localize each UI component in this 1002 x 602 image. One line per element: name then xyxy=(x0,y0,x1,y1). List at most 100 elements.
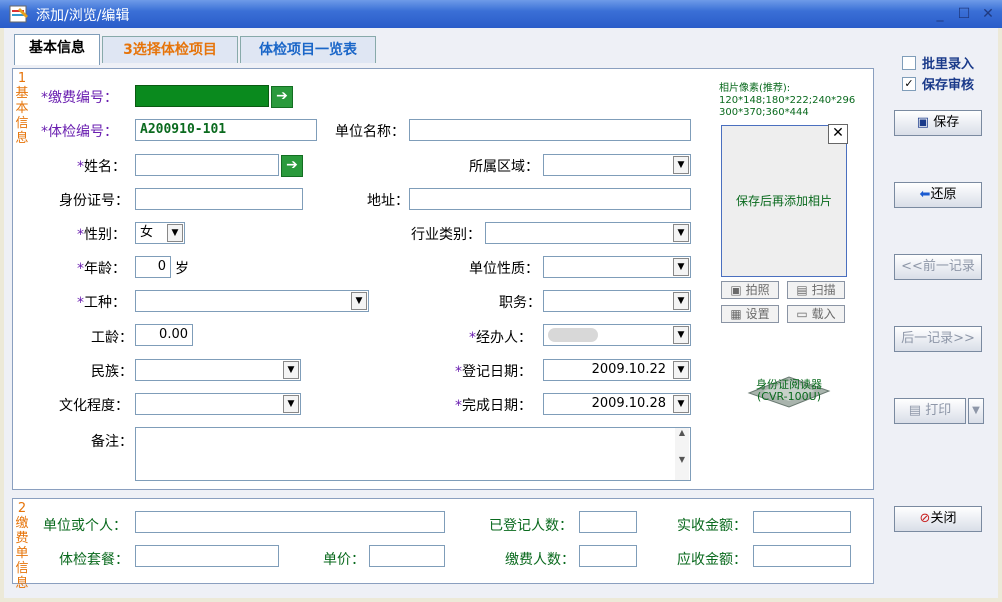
settings-button[interactable]: ▦ 设置 xyxy=(721,305,779,323)
chevron-down-icon[interactable]: ▼ xyxy=(673,395,689,413)
notepad-icon xyxy=(8,4,30,24)
unit-name-label: 单位名称： xyxy=(335,124,405,140)
scan-button-label: 扫描 xyxy=(811,283,836,297)
chevron-down-icon[interactable]: ▼ xyxy=(283,361,299,379)
area-label: 所属区域： xyxy=(469,159,539,175)
chevron-down-icon[interactable]: ▼ xyxy=(673,258,689,276)
window-body: 基本信息 3选择体检项目 体检项目一览表 1基本信息 *缴费编号： ➔ *体检编… xyxy=(4,28,998,598)
id-reader-button[interactable]: 身份证阅读器 (CVR-100U) xyxy=(743,369,835,409)
scan-button[interactable]: ▤ 扫描 xyxy=(787,281,845,299)
restore-button[interactable]: ⬅还原 xyxy=(894,182,982,208)
gender-select[interactable]: 女 ▼ xyxy=(135,222,185,244)
remark-textarea[interactable] xyxy=(135,427,691,481)
education-label: 文化程度： xyxy=(59,398,129,414)
close-icon[interactable]: ✕ xyxy=(828,124,848,144)
unit-or-person-field[interactable] xyxy=(135,511,445,533)
print-button[interactable]: ▤ 打印 xyxy=(894,398,966,424)
basic-info-panel: 1基本信息 *缴费编号： ➔ *体检编号： A200910-101 单位名称： … xyxy=(12,68,874,490)
received-field[interactable] xyxy=(753,511,851,533)
reg-date-label: *登记日期： xyxy=(455,364,532,380)
receivable-field[interactable] xyxy=(753,545,851,567)
floppy-icon: ▣ xyxy=(916,115,930,130)
fee-no-label: *缴费编号： xyxy=(41,90,118,106)
position-select[interactable]: ▼ xyxy=(543,290,691,312)
chevron-down-icon[interactable]: ▼ xyxy=(351,292,367,310)
shoot-button-label: 拍照 xyxy=(745,283,770,297)
id-no-field[interactable] xyxy=(135,188,303,210)
chevron-down-icon[interactable]: ▼ xyxy=(673,156,689,174)
arrow-right-icon[interactable]: ➔ xyxy=(281,155,303,177)
arrow-right-icon[interactable]: ➔ xyxy=(271,86,293,108)
load-button[interactable]: ▭ 载入 xyxy=(787,305,845,323)
age-field[interactable]: 0 xyxy=(135,256,171,278)
batch-checkbox[interactable] xyxy=(902,56,916,70)
main-window: 添加/浏览/编辑 _ ☐ ✕ 基本信息 3选择体检项目 体检项目一览表 1基本信… xyxy=(0,0,1002,602)
job-select[interactable]: ▼ xyxy=(135,290,369,312)
industry-select[interactable]: ▼ xyxy=(485,222,691,244)
chevron-down-icon[interactable]: ▼ xyxy=(673,292,689,310)
camera-icon: ▣ xyxy=(730,283,742,297)
batch-label: 批里录入 xyxy=(922,57,975,72)
done-date-label: *完成日期： xyxy=(455,398,532,414)
close-window-button[interactable]: ✕ xyxy=(978,5,998,23)
address-field[interactable] xyxy=(409,188,691,210)
done-date-picker[interactable]: 2009.10.28 ▼ xyxy=(543,393,691,415)
payers-field[interactable] xyxy=(579,545,637,567)
photo-placeholder: 保存后再添加相片 xyxy=(735,194,832,208)
handler-label: *经办人： xyxy=(469,330,532,346)
maximize-button[interactable]: ☐ xyxy=(954,5,974,23)
window-title: 添加/浏览/编辑 xyxy=(36,8,130,24)
education-select[interactable]: ▼ xyxy=(135,393,301,415)
package-field[interactable] xyxy=(135,545,279,567)
registered-label: 已登记人数： xyxy=(489,518,573,534)
minimize-button[interactable]: _ xyxy=(930,5,950,23)
print-dropdown[interactable]: ▼ xyxy=(968,398,984,424)
reg-date-value: 2009.10.22 xyxy=(591,362,666,377)
handler-select[interactable]: ▼ xyxy=(543,324,691,346)
close-button[interactable]: ⊘关闭 xyxy=(894,506,982,532)
gender-value: 女 xyxy=(140,225,154,240)
tab-basic-info[interactable]: 基本信息 xyxy=(14,34,100,65)
name-field[interactable] xyxy=(135,154,279,176)
ethnic-select[interactable]: ▼ xyxy=(135,359,301,381)
unit-type-select[interactable]: ▼ xyxy=(543,256,691,278)
photo-hint: 相片像素(推荐): 120*148;180*222;240*296 300*37… xyxy=(719,83,855,119)
shoot-button[interactable]: ▣ 拍照 xyxy=(721,281,779,299)
exam-no-label: *体检编号： xyxy=(41,124,118,140)
save-review-checkbox[interactable]: ✓ xyxy=(902,77,916,91)
chevron-down-icon[interactable]: ▼ xyxy=(673,361,689,379)
prev-record-button[interactable]: <<前一记录 xyxy=(894,254,982,280)
receivable-label: 应收金额： xyxy=(677,552,747,568)
save-review-label: 保存审核 xyxy=(922,78,975,93)
close-button-label: 关闭 xyxy=(930,511,957,526)
remark-label: 备注： xyxy=(91,434,133,450)
next-record-button[interactable]: 后一记录>> xyxy=(894,326,982,352)
area-select[interactable]: ▼ xyxy=(543,154,691,176)
unit-name-field[interactable] xyxy=(409,119,691,141)
seniority-label: 工龄： xyxy=(91,330,133,346)
save-button[interactable]: ▣ 保存 xyxy=(894,110,982,136)
reg-date-picker[interactable]: 2009.10.22 ▼ xyxy=(543,359,691,381)
section-basic-label: 1基本信息 xyxy=(15,71,29,146)
tab-select-items[interactable]: 3选择体检项目 xyxy=(102,36,238,63)
chevron-down-icon[interactable]: ▼ xyxy=(673,326,689,344)
fee-no-field[interactable] xyxy=(135,85,269,107)
chevron-down-icon[interactable]: ▼ xyxy=(167,224,183,242)
remark-scrollbar[interactable]: ▲ ▼ xyxy=(675,428,689,480)
price-field[interactable] xyxy=(369,545,445,567)
package-label: 体检套餐： xyxy=(59,552,129,568)
chevron-down-icon[interactable]: ▼ xyxy=(673,224,689,242)
exam-no-field[interactable]: A200910-101 xyxy=(135,119,317,141)
tab-items-list[interactable]: 体检项目一览表 xyxy=(240,36,376,63)
handler-value xyxy=(548,327,598,342)
seniority-field[interactable]: 0.00 xyxy=(135,324,193,346)
unit-or-person-label: 单位或个人： xyxy=(43,518,127,534)
chevron-down-icon[interactable]: ▼ xyxy=(283,395,299,413)
printer-icon: ▤ xyxy=(908,403,922,418)
load-button-label: 载入 xyxy=(811,307,836,321)
restore-button-label: 还原 xyxy=(930,187,957,202)
photo-frame[interactable]: 保存后再添加相片 ✕ xyxy=(721,124,848,277)
id-no-label: 身份证号： xyxy=(59,193,129,209)
registered-field[interactable] xyxy=(579,511,637,533)
folder-icon: ▭ xyxy=(796,307,808,321)
